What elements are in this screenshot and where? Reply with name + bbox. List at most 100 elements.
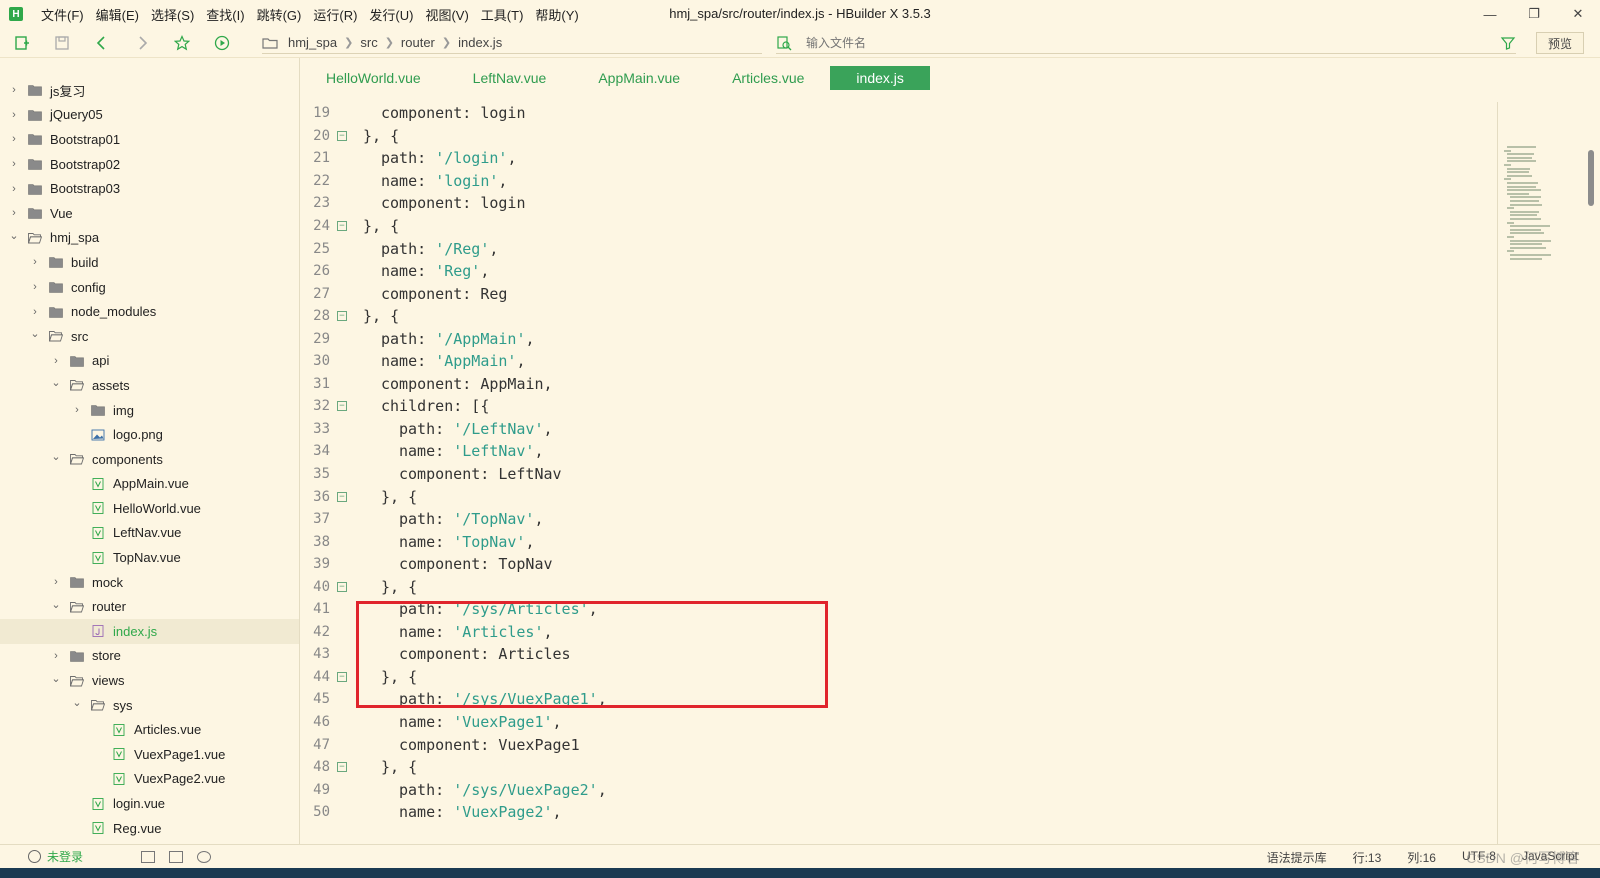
menu-item[interactable]: 文件(F) xyxy=(35,5,90,24)
code-line[interactable]: 36−}, { xyxy=(300,485,1495,508)
tree-folder[interactable]: ⌄ views xyxy=(0,668,299,693)
code-line[interactable]: 25− path: '/Reg', xyxy=(300,237,1495,260)
code-line[interactable]: 29− path: '/AppMain', xyxy=(300,327,1495,350)
file-search-input[interactable] xyxy=(806,35,1466,50)
code-line[interactable]: 21− path: '/login', xyxy=(300,147,1495,170)
editor-tab[interactable]: AppMain.vue xyxy=(572,66,706,90)
code-line[interactable]: 35− component: LeftNav xyxy=(300,463,1495,486)
tree-folder[interactable]: › build xyxy=(0,250,299,275)
code-line[interactable]: 32− children: [{ xyxy=(300,395,1495,418)
code-line[interactable]: 20−}, { xyxy=(300,125,1495,148)
tree-folder[interactable]: › Bootstrap01 xyxy=(0,127,299,152)
code-line[interactable]: 39− component: TopNav xyxy=(300,553,1495,576)
tree-folder[interactable]: › api xyxy=(0,349,299,374)
code-line[interactable]: 26− name: 'Reg', xyxy=(300,260,1495,283)
fold-toggle-icon[interactable]: − xyxy=(337,491,347,502)
menu-item[interactable]: 视图(V) xyxy=(419,5,474,24)
filter-icon[interactable] xyxy=(1500,35,1516,51)
code-line[interactable]: 40−}, { xyxy=(300,575,1495,598)
code-line[interactable]: 30− name: 'AppMain', xyxy=(300,350,1495,373)
tree-folder[interactable]: ⌄ hmj_spa xyxy=(0,226,299,251)
save-icon[interactable] xyxy=(54,35,70,51)
close-icon[interactable]: ✕ xyxy=(1556,0,1600,28)
editor-tab[interactable]: Articles.vue xyxy=(706,66,830,90)
tree-file[interactable]: VuexPage2.vue xyxy=(0,767,299,792)
tree-file[interactable]: Articles.vue xyxy=(0,717,299,742)
menu-item[interactable]: 帮助(Y) xyxy=(529,5,584,24)
chevron-right-icon[interactable]: › xyxy=(8,133,20,145)
code-line[interactable]: 24−}, { xyxy=(300,215,1495,238)
tree-file[interactable]: login.vue xyxy=(0,791,299,816)
tree-folder[interactable]: › jQuery05 xyxy=(0,103,299,128)
chevron-right-icon[interactable]: › xyxy=(8,84,20,96)
code-line[interactable]: 41− path: '/sys/Articles', xyxy=(300,598,1495,621)
menu-item[interactable]: 编辑(E) xyxy=(90,5,145,24)
fold-toggle-icon[interactable]: − xyxy=(337,311,347,322)
code-line[interactable]: 50− name: 'VuexPage2', xyxy=(300,801,1495,824)
code-line[interactable]: 38− name: 'TopNav', xyxy=(300,530,1495,553)
star-icon[interactable] xyxy=(174,34,190,51)
chevron-right-icon[interactable]: › xyxy=(8,183,20,195)
tree-folder[interactable]: › Vue xyxy=(0,201,299,226)
run-icon[interactable] xyxy=(214,35,230,51)
fold-toggle-icon[interactable]: − xyxy=(337,581,347,592)
tree-file[interactable]: logo.png xyxy=(0,422,299,447)
back-icon[interactable] xyxy=(94,35,110,51)
tree-folder[interactable]: › Bootstrap02 xyxy=(0,152,299,177)
terminal-icon[interactable] xyxy=(169,850,184,863)
tree-folder[interactable]: › store xyxy=(0,644,299,669)
menu-item[interactable]: 发行(U) xyxy=(363,5,419,24)
tree-file[interactable]: Reg.vue xyxy=(0,816,299,841)
chevron-right-icon[interactable]: › xyxy=(29,306,41,318)
chevron-down-icon[interactable]: ⌄ xyxy=(50,377,62,389)
fold-toggle-icon[interactable]: − xyxy=(337,762,347,773)
chevron-right-icon[interactable]: › xyxy=(50,355,62,367)
code-line[interactable]: 43− component: Articles xyxy=(300,643,1495,666)
code-line[interactable]: 45− path: '/sys/VuexPage1', xyxy=(300,688,1495,711)
chevron-right-icon[interactable]: › xyxy=(8,207,20,219)
tree-folder[interactable]: › Bootstrap03 xyxy=(0,176,299,201)
code-line[interactable]: 19− component: login xyxy=(300,102,1495,125)
code-line[interactable]: 46− name: 'VuexPage1', xyxy=(300,711,1495,734)
breadcrumb-item[interactable]: index.js xyxy=(458,35,502,50)
tree-file[interactable]: HelloWorld.vue xyxy=(0,496,299,521)
chevron-right-icon[interactable]: › xyxy=(50,650,62,662)
editor-tab[interactable]: LeftNav.vue xyxy=(447,66,573,90)
fold-toggle-icon[interactable]: − xyxy=(337,671,347,682)
chevron-right-icon[interactable]: › xyxy=(71,404,83,416)
tree-file[interactable]: TopNav.vue xyxy=(0,545,299,570)
tree-folder[interactable]: › node_modules xyxy=(0,299,299,324)
menu-item[interactable]: 运行(R) xyxy=(307,5,363,24)
tree-file[interactable]: LeftNav.vue xyxy=(0,521,299,546)
fold-toggle-icon[interactable]: − xyxy=(337,130,347,141)
code-line[interactable]: 33− path: '/LeftNav', xyxy=(300,418,1495,441)
tree-folder[interactable]: ⌄ src xyxy=(0,324,299,349)
chevron-down-icon[interactable]: ⌄ xyxy=(71,697,83,709)
preview-button[interactable]: 预览 xyxy=(1536,32,1584,54)
code-line[interactable]: 31− component: AppMain, xyxy=(300,373,1495,396)
tree-folder[interactable]: ⌄ components xyxy=(0,447,299,472)
chevron-right-icon[interactable]: › xyxy=(8,109,20,121)
tree-folder[interactable]: › js复习 xyxy=(0,78,299,103)
code-line[interactable]: 23− component: login xyxy=(300,192,1495,215)
fold-toggle-icon[interactable]: − xyxy=(337,221,347,231)
tree-file[interactable]: AppMain.vue xyxy=(0,472,299,497)
tree-folder[interactable]: ⌄ router xyxy=(0,594,299,619)
tree-folder[interactable]: ⌄ sys xyxy=(0,693,299,718)
tree-folder[interactable]: › config xyxy=(0,275,299,300)
code-line[interactable]: 28−}, { xyxy=(300,305,1495,328)
minimize-icon[interactable]: — xyxy=(1468,0,1512,28)
menu-item[interactable]: 跳转(G) xyxy=(251,5,308,24)
vertical-scrollbar[interactable] xyxy=(1588,150,1594,206)
tree-file[interactable]: VuexPage1.vue xyxy=(0,742,299,767)
menu-item[interactable]: 工具(T) xyxy=(475,5,530,24)
code-line[interactable]: 47− component: VuexPage1 xyxy=(300,733,1495,756)
tree-file[interactable]: index.js xyxy=(0,619,299,644)
globe-icon[interactable] xyxy=(197,850,212,863)
login-status[interactable]: 未登录 xyxy=(28,848,83,865)
fold-toggle-icon[interactable]: − xyxy=(337,401,347,412)
chevron-down-icon[interactable]: ⌄ xyxy=(8,229,20,242)
code-line[interactable]: 22− name: 'login', xyxy=(300,170,1495,193)
chevron-down-icon[interactable]: ⌄ xyxy=(29,328,41,340)
code-editor[interactable]: 19−component: login20−}, {21−path: '/log… xyxy=(300,102,1495,844)
